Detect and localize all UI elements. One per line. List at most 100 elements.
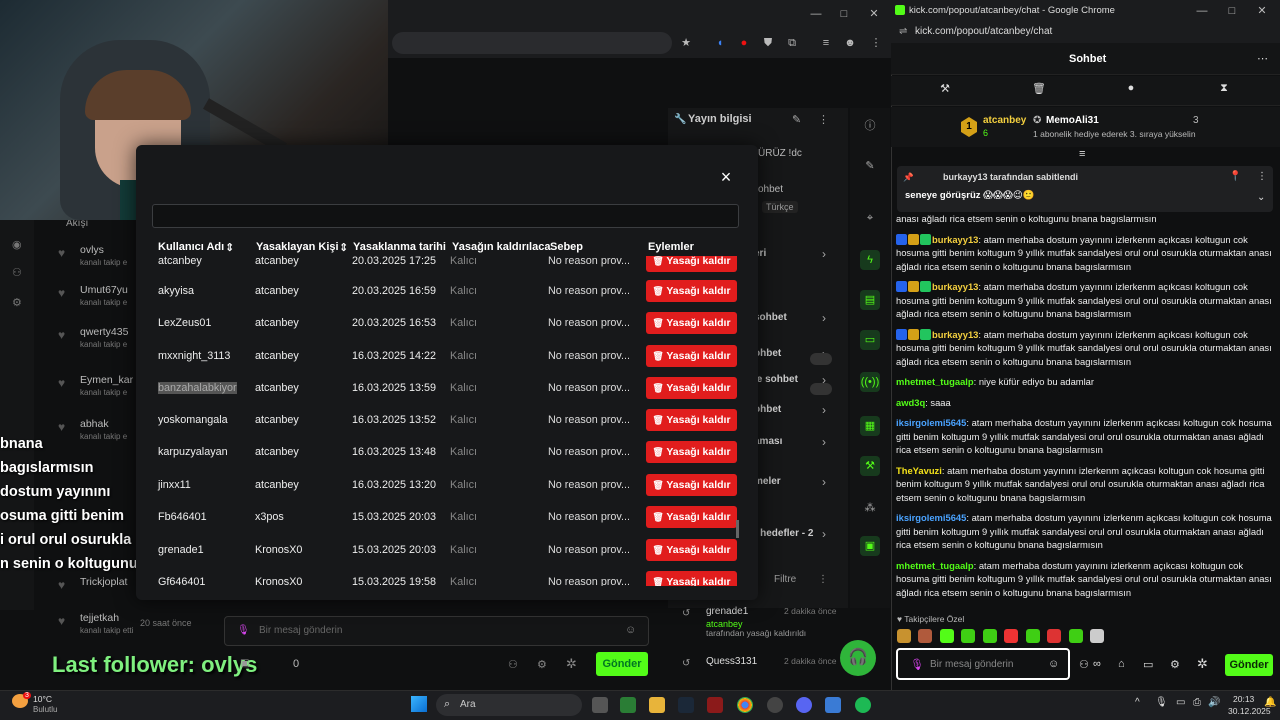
support-headset-button[interactable]: 🎧: [840, 640, 876, 676]
dashboard-chat-input[interactable]: 🎙 Bir mesaj gönderin ☺: [224, 616, 649, 646]
ban-search-input[interactable]: [152, 204, 739, 228]
emote-icon[interactable]: [982, 629, 997, 643]
broadcast-icon[interactable]: ((•)): [860, 372, 880, 392]
emoji-icon[interactable]: ☺: [1048, 658, 1059, 670]
chat-username[interactable]: burkayy13: [932, 329, 978, 340]
mic-icon[interactable]: 🎙: [1155, 697, 1168, 708]
chat-bubble-icon[interactable]: ●: [1123, 82, 1139, 98]
shop-icon[interactable]: ⌂: [1118, 658, 1125, 670]
gear-icon[interactable]: ⚙: [12, 296, 22, 309]
document-icon[interactable]: ▤: [860, 290, 880, 310]
app-icon[interactable]: [707, 697, 723, 713]
toggle-switch[interactable]: [810, 353, 832, 365]
infinity-icon[interactable]: ∞: [1093, 658, 1101, 670]
emote-icon[interactable]: [1068, 629, 1083, 643]
chevron-right-icon[interactable]: ›: [822, 403, 826, 417]
nav-icon[interactable]: ◉: [12, 238, 22, 251]
column-header[interactable]: Kullanıcı Adı: [158, 241, 224, 253]
chat-username[interactable]: mhetmet_tugaalp: [896, 560, 974, 571]
network-icon[interactable]: ⎙: [1193, 697, 1201, 708]
maximize-icon[interactable]: □: [836, 6, 852, 22]
shield-icon[interactable]: ⛊: [760, 35, 776, 51]
chat-bubble-icon[interactable]: ▭: [1143, 658, 1153, 671]
settings-cog-icon[interactable]: ✲: [1197, 656, 1208, 672]
emote-icon[interactable]: [897, 629, 911, 643]
minimize-icon[interactable]: —: [1194, 3, 1210, 19]
send-button[interactable]: Gönder: [1225, 654, 1273, 676]
chrome-icon[interactable]: [737, 697, 753, 713]
more-icon[interactable]: ⋯: [1257, 52, 1268, 65]
sort-icon[interactable]: ⇕: [339, 241, 348, 254]
chevron-right-icon[interactable]: ›: [822, 475, 826, 489]
display-icon[interactable]: ▭: [1176, 697, 1185, 708]
unban-button[interactable]: 🗑 Yasağı kaldır: [646, 409, 737, 431]
extension-icon[interactable]: ●: [736, 35, 752, 51]
chevron-right-icon[interactable]: ›: [822, 435, 826, 449]
filter-label[interactable]: Filtre: [774, 574, 796, 585]
discord-icon[interactable]: [796, 697, 812, 713]
chevron-up-icon[interactable]: ^: [1135, 697, 1140, 708]
column-header[interactable]: Sebep: [550, 241, 583, 253]
chat-username[interactable]: TheYavuzi: [896, 465, 942, 476]
emote-icon[interactable]: [1047, 629, 1062, 643]
folder-icon[interactable]: [649, 697, 665, 713]
edit-icon[interactable]: ✎: [860, 156, 880, 176]
collapse-icon[interactable]: ≡: [1079, 148, 1085, 160]
app-icon[interactable]: [767, 697, 783, 713]
dashboard-section-label[interactable]: aması: [754, 436, 782, 447]
unpin-icon[interactable]: 📍: [1229, 171, 1241, 182]
column-header[interactable]: Eylemler: [648, 241, 694, 253]
wrench-icon[interactable]: ⚒: [860, 456, 880, 476]
emote-icon[interactable]: [1004, 629, 1019, 643]
minimize-icon[interactable]: —: [808, 6, 824, 22]
chat-address-bar[interactable]: ⇌ kick.com/popout/atcanbey/chat: [891, 21, 1280, 43]
gear-icon[interactable]: ⚙: [537, 658, 547, 671]
dashboard-send-button[interactable]: Gönder: [596, 652, 648, 676]
chat-username[interactable]: burkayy13: [932, 281, 978, 292]
clock-time[interactable]: 20:13: [1233, 694, 1254, 704]
menu-icon[interactable]: ⋮: [868, 35, 884, 51]
more-icon[interactable]: ⋮: [818, 113, 829, 126]
hourglass-icon[interactable]: ⧗: [1216, 82, 1232, 98]
profile-icon[interactable]: ☻: [842, 35, 858, 51]
unban-button[interactable]: 🗑 Yasağı kaldır: [646, 345, 737, 367]
mic-icon[interactable]: 🎙: [910, 658, 924, 671]
dashboard-section-label[interactable]: ohbet: [754, 348, 781, 359]
close-icon[interactable]: ✕: [866, 6, 882, 22]
shapes-icon[interactable]: ⁂: [860, 498, 880, 518]
gavel-icon[interactable]: ⚒: [937, 82, 953, 98]
emote-icon[interactable]: [939, 629, 954, 643]
unban-button[interactable]: 🗑 Yasağı kaldır: [646, 441, 737, 463]
minecraft-icon[interactable]: [620, 697, 636, 713]
unban-button[interactable]: 🗑 Yasağı kaldır: [646, 280, 737, 302]
toggle-switch[interactable]: [810, 383, 832, 395]
unban-button[interactable]: 🗑 Yasağı kaldır: [646, 539, 737, 561]
media-icon[interactable]: ≡: [818, 35, 834, 51]
mic-icon[interactable]: 🎙: [237, 625, 250, 636]
chat-username[interactable]: mhetmet_tugaalp: [896, 376, 974, 387]
chat-username[interactable]: iksirgolemi5645: [896, 417, 966, 428]
emote-icon[interactable]: [961, 629, 976, 643]
trash-icon[interactable]: 🗑: [1031, 82, 1047, 98]
unban-button[interactable]: 🗑 Yasağı kaldır: [646, 256, 737, 272]
notification-icon[interactable]: 🔔: [1264, 697, 1276, 708]
sort-icon[interactable]: ⇕: [225, 241, 234, 254]
close-icon[interactable]: ✕: [1254, 3, 1270, 19]
chat-username[interactable]: burkayy13: [932, 234, 978, 245]
chat-username[interactable]: iksirgolemi5645: [896, 512, 966, 523]
site-info-icon[interactable]: ⇌: [899, 26, 907, 37]
emoji-icon[interactable]: ☺: [625, 624, 636, 636]
chevron-right-icon[interactable]: ›: [822, 527, 826, 541]
column-header[interactable]: Yasaklanma tarihi: [353, 241, 446, 253]
chevron-right-icon[interactable]: ›: [822, 247, 826, 261]
spotify-icon[interactable]: [855, 697, 871, 713]
users-icon[interactable]: ⚇: [1079, 658, 1089, 671]
dashboard-section-label[interactable]: meler: [754, 476, 781, 487]
unban-button[interactable]: 🗑 Yasağı kaldır: [646, 377, 737, 399]
volume-icon[interactable]: 🔊: [1208, 697, 1220, 708]
modal-scrollbar[interactable]: [736, 520, 739, 538]
video-icon[interactable]: ▣: [860, 536, 880, 556]
unban-button[interactable]: 🗑 Yasağı kaldır: [646, 506, 737, 528]
layout-icon[interactable]: ▦: [860, 416, 880, 436]
chevron-right-icon[interactable]: ›: [822, 311, 826, 325]
